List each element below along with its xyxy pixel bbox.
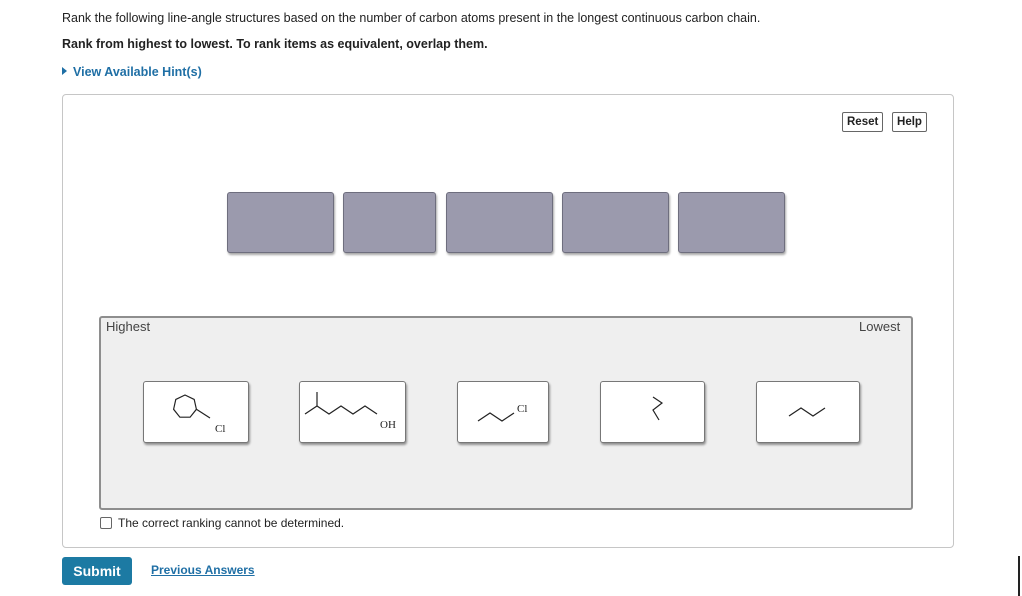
structure-cycloheptyl-chloride: Cl (172, 394, 225, 435)
chlorine-label: Cl (517, 403, 527, 415)
chlorine-label: Cl (215, 423, 225, 435)
submit-button[interactable]: Submit (62, 557, 132, 585)
hydroxyl-label: OH (380, 419, 396, 431)
help-button[interactable]: Help (892, 112, 927, 132)
reset-button[interactable]: Reset (842, 112, 883, 132)
answer-slot-4[interactable] (562, 192, 669, 253)
lowest-label: Lowest (859, 319, 901, 334)
answer-slot-2[interactable] (343, 192, 436, 253)
answer-slot-3[interactable] (446, 192, 553, 253)
cannot-determine-label[interactable]: The correct ranking cannot be determined… (118, 516, 344, 530)
structure-zigzag-vertical (652, 396, 664, 421)
highest-label: Highest (106, 319, 151, 334)
view-hints-link[interactable]: View Available Hint(s) (62, 65, 202, 79)
view-hints-label[interactable]: View Available Hint(s) (73, 65, 202, 79)
previous-answers-link[interactable]: Previous Answers (151, 563, 255, 577)
structure-short-chain (788, 407, 826, 417)
answer-slot-5[interactable] (678, 192, 785, 253)
cannot-determine-checkbox[interactable] (100, 517, 112, 529)
structure-chloro-chain: Cl (477, 403, 527, 422)
item-card-chloro-chain[interactable]: Cl (457, 381, 549, 443)
item-card-cycloheptyl-chloride[interactable]: Cl (143, 381, 249, 443)
caret-right-icon (62, 67, 67, 75)
question-instruction: Rank from highest to lowest. To rank ite… (62, 37, 488, 51)
item-card-short-chain[interactable] (756, 381, 860, 443)
question-text: Rank the following line-angle structures… (62, 11, 761, 25)
item-card-zigzag-vertical[interactable] (600, 381, 705, 443)
structure-branched-alcohol: OH (304, 392, 396, 431)
item-card-branched-alcohol[interactable]: OH (299, 381, 406, 443)
window-edge (1018, 556, 1020, 596)
answer-slot-1[interactable] (227, 192, 334, 253)
